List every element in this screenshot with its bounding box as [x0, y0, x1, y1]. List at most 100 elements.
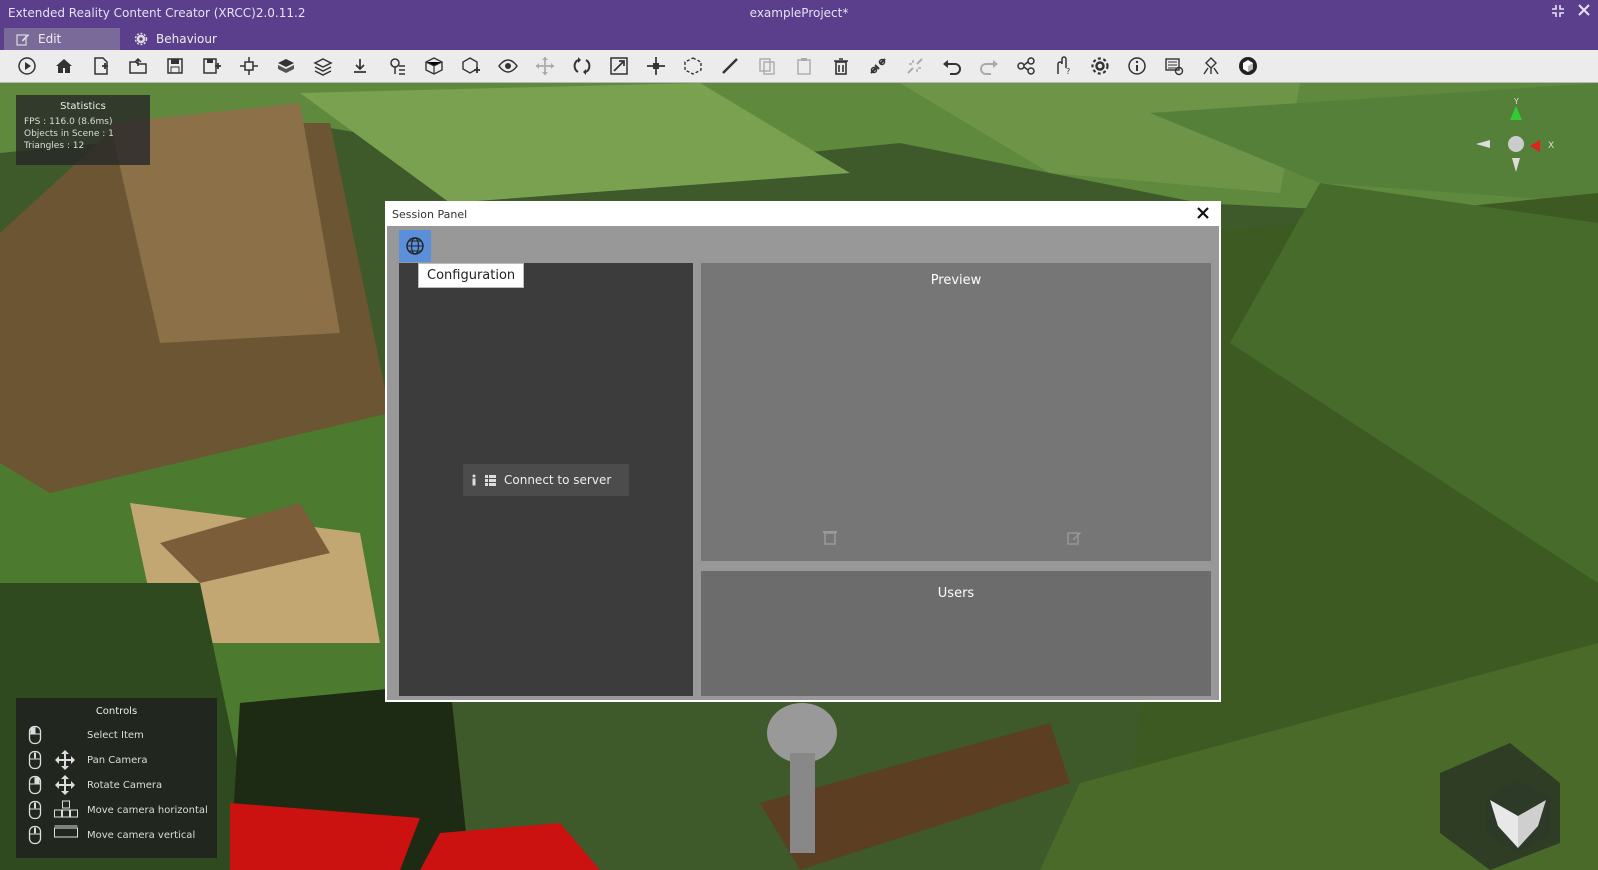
- configuration-tab-button[interactable]: [399, 230, 431, 262]
- window-controls: [1550, 4, 1592, 20]
- edit-icon[interactable]: [1067, 529, 1081, 545]
- key-icon-wrap: [54, 800, 78, 820]
- control-label: Select Item: [87, 729, 144, 741]
- move-button[interactable]: [526, 51, 563, 81]
- redo-icon: [979, 60, 998, 75]
- gizmo-center[interactable]: [1508, 136, 1524, 152]
- paste-button[interactable]: [785, 51, 822, 81]
- key-icon-wrap: [54, 750, 78, 770]
- home-icon: [55, 59, 72, 73]
- ruler-icon: [721, 58, 738, 74]
- session-panel-close-button[interactable]: [1197, 205, 1209, 223]
- control-row: Rotate Camera: [16, 774, 217, 796]
- copy-icon: [758, 58, 775, 75]
- orientation-gizmo[interactable]: Y X: [1476, 96, 1566, 186]
- control-label: Move camera vertical: [87, 829, 196, 841]
- minimize-window-button[interactable]: [1550, 4, 1566, 20]
- box-select-button[interactable]: [674, 51, 711, 81]
- mode-tabs: Edit Behaviour: [0, 26, 1598, 50]
- move-arrows-icon: [55, 775, 75, 795]
- eye-icon: [497, 59, 518, 73]
- share-button[interactable]: [1007, 51, 1044, 81]
- eye-button[interactable]: [489, 51, 526, 81]
- connect-to-server-button[interactable]: Connect to server: [463, 464, 629, 496]
- move-icon: [535, 57, 554, 75]
- transform-icon: [646, 57, 665, 75]
- export-icon: [353, 59, 366, 73]
- mouse-right-icon: [28, 775, 42, 795]
- tab-behaviour[interactable]: Behaviour: [122, 28, 229, 50]
- unlink-button[interactable]: [896, 51, 933, 81]
- users-pane: Users: [701, 571, 1211, 696]
- network-button[interactable]: [1192, 51, 1229, 81]
- library-button[interactable]: [1155, 51, 1192, 81]
- compress-icon: [1552, 5, 1564, 17]
- gizmo-y-axis[interactable]: [1510, 106, 1522, 120]
- cube-outline-button[interactable]: [415, 51, 452, 81]
- network-icon: [1202, 57, 1219, 75]
- new-project-button[interactable]: [82, 51, 119, 81]
- control-label: Move camera horizontal: [87, 804, 208, 816]
- cube-add-button[interactable]: [452, 51, 489, 81]
- new-project-icon: [93, 57, 108, 75]
- info-button[interactable]: [1118, 51, 1155, 81]
- key-icon-wrap: [54, 775, 78, 795]
- transform-button[interactable]: [637, 51, 674, 81]
- undo-button[interactable]: [933, 51, 970, 81]
- session-panel-body: Connect to server Configuration Preview …: [387, 226, 1219, 700]
- export-button[interactable]: [341, 51, 378, 81]
- scale-button[interactable]: [600, 51, 637, 81]
- unity-button[interactable]: [1229, 51, 1266, 81]
- link-button[interactable]: [859, 51, 896, 81]
- spacebar-icon: [54, 825, 78, 838]
- settings-icon: [1090, 57, 1109, 75]
- home-button[interactable]: [45, 51, 82, 81]
- undo-icon: [942, 60, 961, 75]
- control-row: Move camera horizontal: [16, 799, 217, 821]
- project-title: exampleProject*: [749, 6, 849, 20]
- assets-button[interactable]: [267, 51, 304, 81]
- session-panel-header[interactable]: Session Panel: [387, 203, 1219, 226]
- configuration-pane: Connect to server: [399, 263, 693, 696]
- layers-icon: [312, 58, 333, 76]
- import-button[interactable]: [230, 51, 267, 81]
- trash-icon[interactable]: [823, 529, 837, 545]
- play-button[interactable]: [8, 51, 45, 81]
- assets-icon: [277, 59, 294, 73]
- gizmo-neg-x-axis[interactable]: [1476, 140, 1490, 148]
- save-as-icon: [202, 58, 221, 74]
- unity-icon: [1238, 57, 1257, 75]
- save-as-button[interactable]: [193, 51, 230, 81]
- control-row: Select Item: [16, 724, 217, 746]
- copy-button[interactable]: [748, 51, 785, 81]
- settings-button[interactable]: [1081, 51, 1118, 81]
- gizmo-x-label: X: [1548, 141, 1554, 151]
- session-panel: Session Panel Connect to server Configur…: [385, 201, 1221, 702]
- scale-icon: [609, 57, 628, 75]
- ruler-button[interactable]: [711, 51, 748, 81]
- delete-button[interactable]: [822, 51, 859, 81]
- mouse-icon-wrap: [28, 825, 42, 845]
- move-arrows-icon: [55, 750, 75, 770]
- controls-panel: Controls Select Item Pan Camera Rotate Cam…: [16, 698, 217, 858]
- hand-help-button[interactable]: ?: [1044, 51, 1081, 81]
- library-icon: [1164, 58, 1183, 76]
- close-icon: [1197, 207, 1209, 219]
- mouse-middle-icon: [28, 825, 42, 845]
- redo-button[interactable]: [970, 51, 1007, 81]
- layers-button[interactable]: [304, 51, 341, 81]
- connect-to-server-label: Connect to server: [504, 473, 612, 487]
- control-label: Rotate Camera: [87, 779, 163, 791]
- stat-fps: FPS : 116.0 (8.6ms): [24, 117, 113, 127]
- close-window-button[interactable]: [1576, 4, 1592, 20]
- locator-button[interactable]: [378, 51, 415, 81]
- save-button[interactable]: [156, 51, 193, 81]
- tab-edit[interactable]: Edit: [4, 28, 120, 50]
- mouse-left-icon: [28, 725, 42, 745]
- preview-pane: Preview: [701, 263, 1211, 561]
- open-project-button[interactable]: [119, 51, 156, 81]
- gizmo-x-axis[interactable]: [1530, 140, 1540, 152]
- svg-text:?: ?: [1066, 67, 1070, 76]
- rotate-button[interactable]: [563, 51, 600, 81]
- title-bar: Extended Reality Content Creator (XRCC)2…: [0, 0, 1598, 26]
